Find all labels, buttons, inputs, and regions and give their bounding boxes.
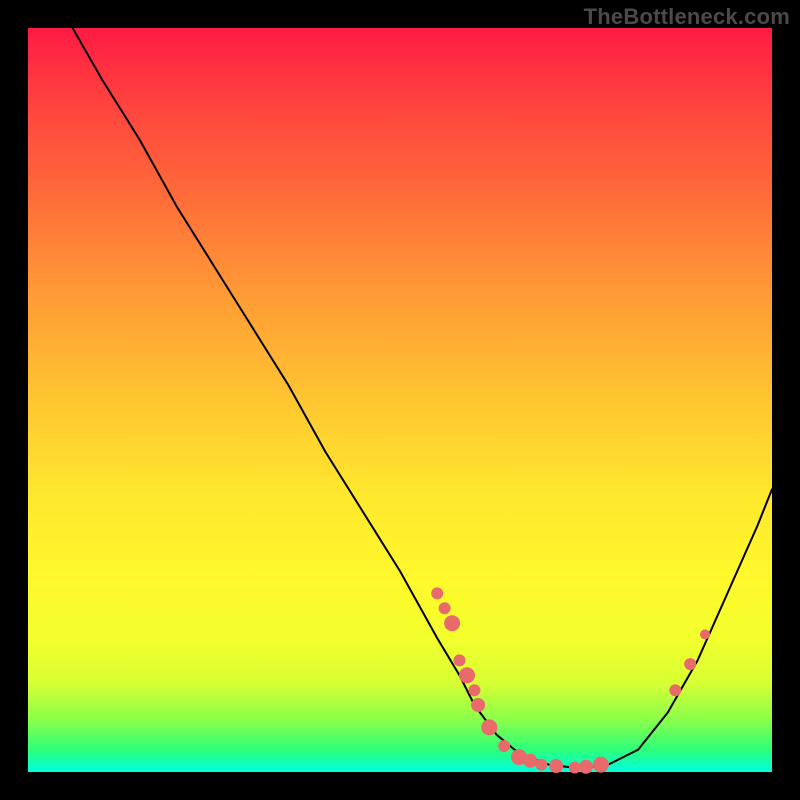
data-marker — [569, 762, 581, 774]
data-marker — [549, 759, 563, 773]
data-marker — [700, 629, 710, 639]
data-marker — [579, 760, 593, 774]
data-marker — [498, 740, 510, 752]
data-marker — [481, 719, 497, 735]
data-marker — [593, 757, 609, 773]
chart-frame — [28, 28, 772, 772]
data-markers — [431, 587, 710, 773]
bottleneck-curve — [73, 28, 772, 768]
data-marker — [523, 754, 537, 768]
data-marker — [669, 684, 681, 696]
data-marker — [535, 759, 547, 771]
watermark-text: TheBottleneck.com — [584, 4, 790, 30]
data-marker — [439, 602, 451, 614]
data-marker — [459, 667, 475, 683]
data-marker — [468, 684, 480, 696]
data-marker — [471, 698, 485, 712]
data-marker — [444, 615, 460, 631]
data-marker — [454, 654, 466, 666]
data-marker — [684, 658, 696, 670]
chart-svg — [28, 28, 772, 772]
data-marker — [431, 587, 443, 599]
